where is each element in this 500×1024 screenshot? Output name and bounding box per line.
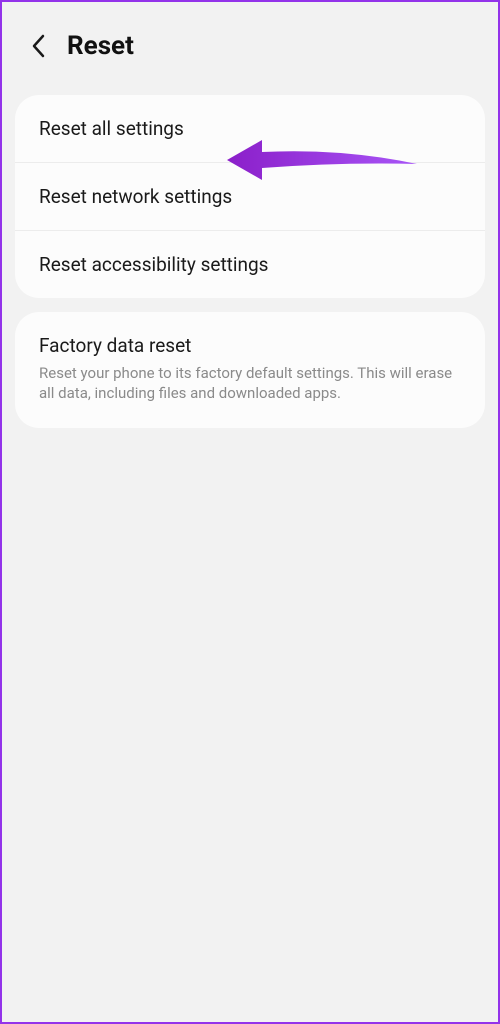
back-icon[interactable] <box>29 36 49 56</box>
page-header: Reset <box>7 7 493 81</box>
item-title: Factory data reset <box>39 334 461 357</box>
factory-reset-group: Factory data reset Reset your phone to i… <box>15 312 485 428</box>
item-factory-data-reset[interactable]: Factory data reset Reset your phone to i… <box>15 312 485 428</box>
page-title: Reset <box>67 31 134 61</box>
item-reset-all-settings[interactable]: Reset all settings <box>15 95 485 163</box>
item-description: Reset your phone to its factory default … <box>39 363 461 404</box>
reset-options-group: Reset all settings Reset network setting… <box>15 95 485 298</box>
item-reset-network-settings[interactable]: Reset network settings <box>15 163 485 231</box>
item-label: Reset network settings <box>39 185 232 208</box>
item-reset-accessibility-settings[interactable]: Reset accessibility settings <box>15 231 485 298</box>
item-label: Reset all settings <box>39 117 184 140</box>
item-label: Reset accessibility settings <box>39 253 268 276</box>
